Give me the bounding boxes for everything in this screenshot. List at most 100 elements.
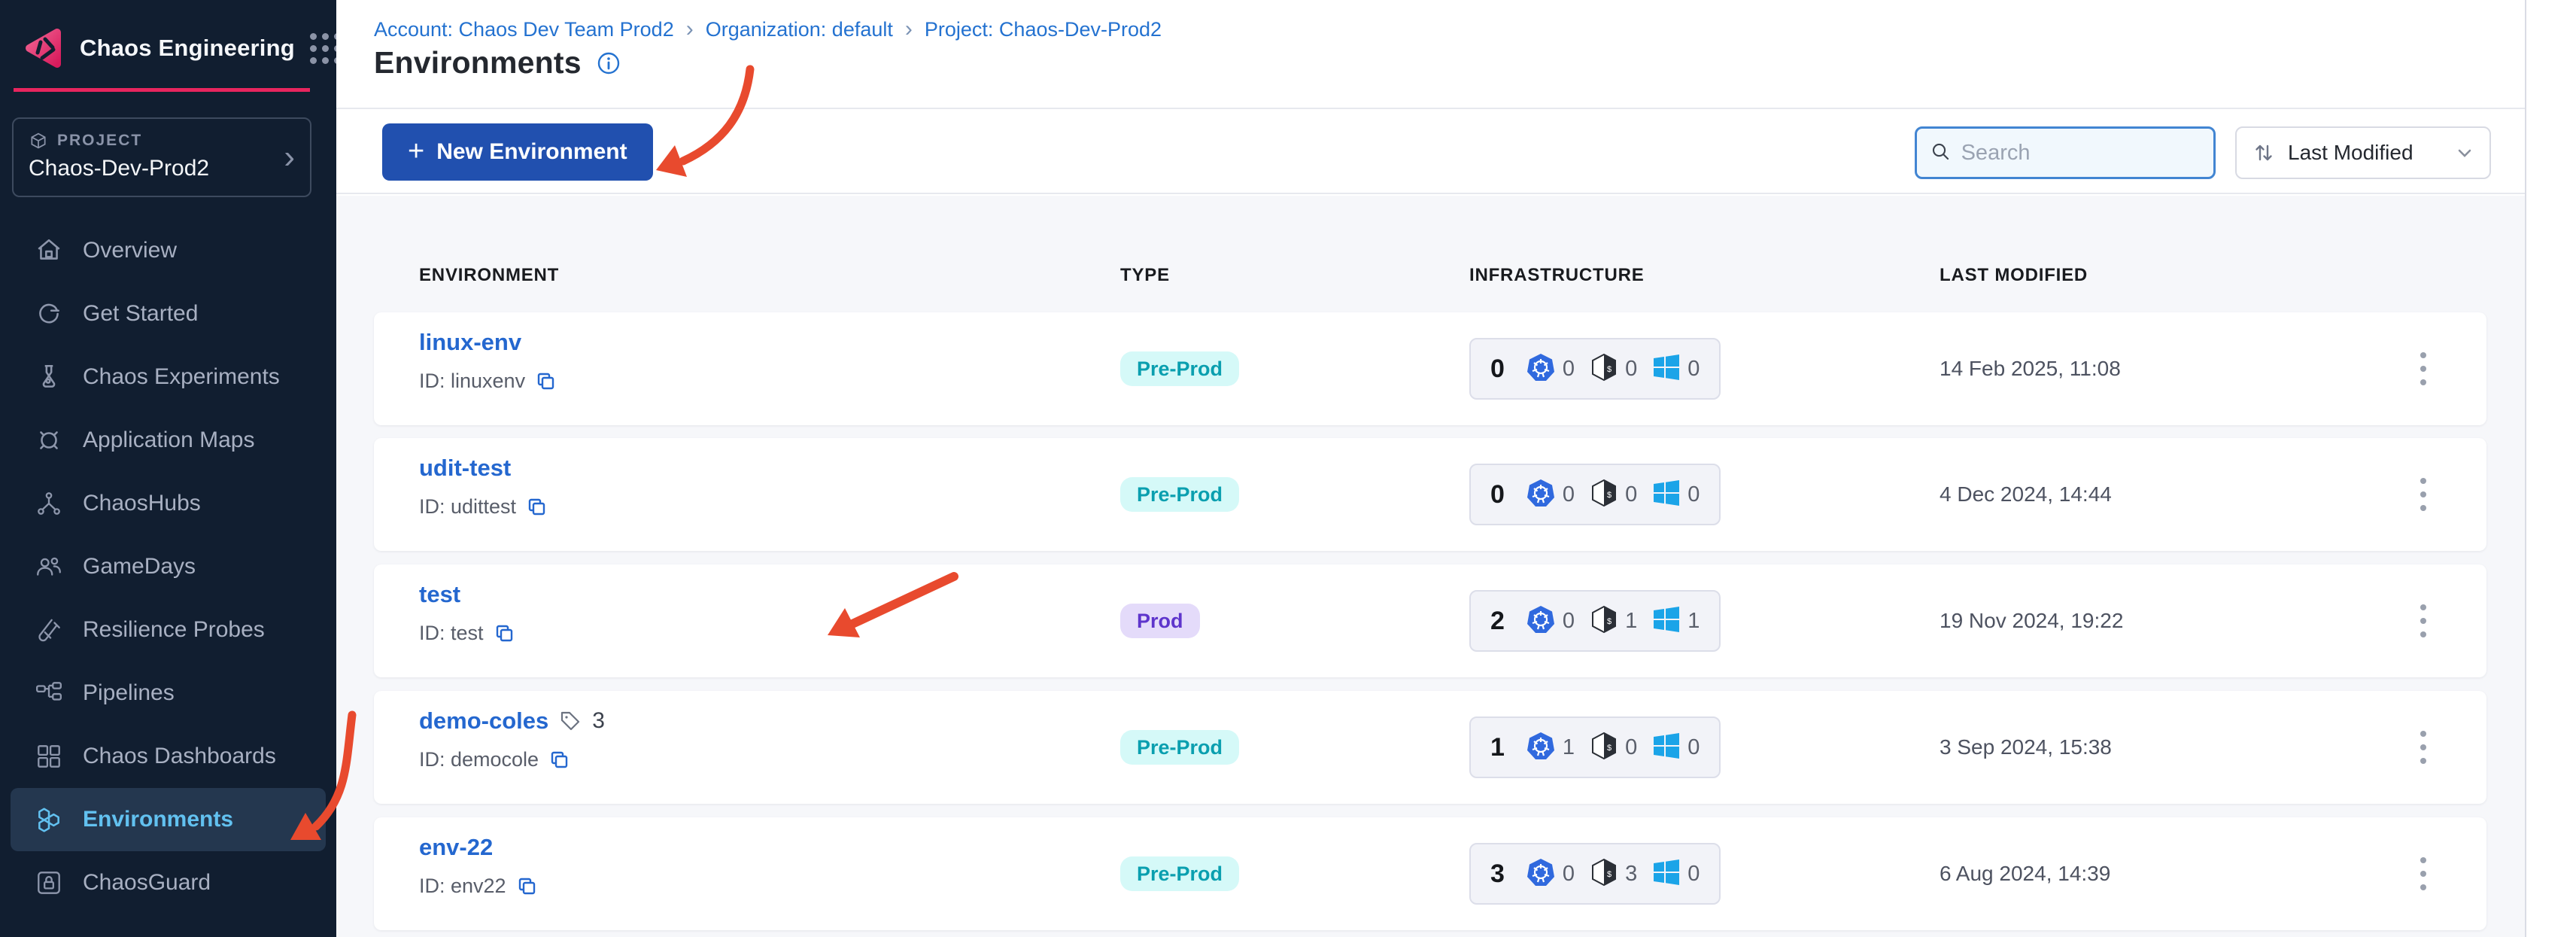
environment-name-link[interactable]: udit-test (419, 455, 511, 482)
copy-icon[interactable] (517, 876, 537, 896)
windows-count: 0 (1687, 861, 1700, 886)
environment-type-badge: Pre-Prod (1120, 856, 1240, 891)
environments-list: ENVIRONMENT TYPE INFRASTRUCTURE LAST MOD… (336, 196, 2525, 937)
project-name: Chaos-Dev-Prod2 (29, 156, 210, 181)
environment-name-link[interactable]: test (419, 581, 460, 608)
sort-dropdown[interactable]: Last Modified (2235, 126, 2491, 179)
environment-id: ID: democole (419, 748, 539, 771)
svg-text:$: $ (1607, 365, 1612, 374)
target-icon (35, 426, 63, 455)
infrastructure-summary: 0 0 $0 0 (1469, 464, 1721, 525)
dashboard-icon (35, 742, 63, 771)
copy-icon[interactable] (527, 497, 547, 517)
new-environment-button[interactable]: + New Environment (382, 123, 653, 181)
svg-text:$: $ (1607, 491, 1612, 500)
page-header: Account: Chaos Dev Team Prod2 › Organiza… (336, 0, 2525, 109)
last-modified: 19 Nov 2024, 19:22 (1940, 609, 2124, 632)
copy-icon[interactable] (536, 371, 556, 391)
environment-id: ID: env22 (419, 875, 506, 897)
windows-icon (1652, 353, 1681, 385)
search-input[interactable] (1961, 140, 2200, 166)
row-menu-kebab-icon[interactable] (2405, 854, 2441, 893)
infrastructure-summary: 2 0 $1 1 (1469, 590, 1721, 652)
sidebar-item-chaoshubs[interactable]: ChaosHubs (11, 472, 326, 535)
copy-icon[interactable] (494, 623, 515, 643)
environment-name-link[interactable]: demo-coles (419, 707, 548, 735)
copy-icon[interactable] (549, 750, 570, 770)
brand-underline (14, 88, 310, 92)
infrastructure-total: 3 (1490, 859, 1505, 888)
sidebar-item-chaos-experiments[interactable]: Chaos Experiments (11, 345, 326, 409)
row-menu-kebab-icon[interactable] (2405, 601, 2441, 640)
row-menu-kebab-icon[interactable] (2405, 475, 2441, 514)
row-menu-kebab-icon[interactable] (2405, 349, 2441, 388)
sidebar-item-chaos-dashboards[interactable]: Chaos Dashboards (11, 725, 326, 788)
project-selector[interactable]: PROJECT Chaos-Dev-Prod2 › (12, 117, 311, 197)
windows-icon (1652, 479, 1681, 511)
breadcrumb-account-link[interactable]: Account: Chaos Dev Team Prod2 (374, 18, 674, 41)
infrastructure-total: 0 (1490, 479, 1505, 509)
kubernetes-icon (1526, 604, 1556, 638)
linux-icon: $ (1590, 732, 1618, 764)
sort-selected-value: Last Modified (2288, 141, 2413, 164)
chaos-engineering-app: Chaos Engineering PROJECT Chaos-Dev-Prod… (0, 0, 2576, 937)
infrastructure-summary: 0 0 $0 0 (1469, 338, 1721, 400)
network-icon (35, 489, 63, 518)
breadcrumb-organization-link[interactable]: Organization: default (706, 18, 893, 41)
sidebar-item-gamedays[interactable]: GameDays (11, 535, 326, 598)
linux-count: 0 (1625, 735, 1638, 759)
environment-id: ID: test (419, 622, 484, 644)
tag-count: 3 (592, 708, 605, 733)
kubernetes-icon (1526, 352, 1556, 386)
test-tube-icon (35, 616, 63, 644)
environment-row[interactable]: env-22 ID: env22 Pre-Prod 3 0 $3 0 6 Aug… (374, 817, 2486, 930)
breadcrumb-project-link[interactable]: Project: Chaos-Dev-Prod2 (925, 18, 1162, 41)
infrastructure-total: 2 (1490, 606, 1505, 635)
sidebar-item-pipelines[interactable]: Pipelines (11, 662, 326, 725)
sidebar-item-chaosguard[interactable]: ChaosGuard (11, 851, 326, 914)
plus-icon: + (408, 135, 425, 167)
info-icon[interactable] (597, 51, 621, 75)
environment-type-badge: Pre-Prod (1120, 477, 1240, 512)
search-box (1915, 126, 2216, 179)
last-modified: 3 Sep 2024, 15:38 (1940, 735, 2112, 759)
kubernetes-count: 1 (1562, 735, 1575, 759)
chevron-down-icon (2455, 143, 2474, 163)
windows-count: 0 (1687, 735, 1700, 759)
row-menu-kebab-icon[interactable] (2405, 728, 2441, 767)
environment-name-link[interactable]: env-22 (419, 834, 493, 861)
windows-icon (1652, 858, 1681, 890)
flask-icon (35, 363, 63, 391)
right-gutter (2525, 0, 2576, 937)
linux-count: 3 (1625, 861, 1638, 886)
environment-type-badge: Pre-Prod (1120, 730, 1240, 765)
environment-name-link[interactable]: linux-env (419, 329, 521, 356)
environment-row[interactable]: udit-test ID: udittest Pre-Prod 0 0 $0 0… (374, 438, 2486, 551)
linux-icon: $ (1590, 353, 1618, 385)
kubernetes-icon (1526, 857, 1556, 891)
get-started-icon (35, 300, 63, 328)
sidebar-item-get-started[interactable]: Get Started (11, 282, 326, 345)
environment-row[interactable]: linux-env ID: linuxenv Pre-Prod 0 0 $0 0… (374, 312, 2486, 425)
kubernetes-icon (1526, 731, 1556, 765)
sort-arrows-icon (2252, 141, 2276, 165)
sidebar-item-application-maps[interactable]: Application Maps (11, 409, 326, 472)
windows-count: 0 (1687, 482, 1700, 507)
environment-row[interactable]: demo-coles 3 ID: democole Pre-Prod 1 1 $… (374, 691, 2486, 804)
sidebar-item-resilience-probes[interactable]: Resilience Probes (11, 598, 326, 662)
toolbar: + New Environment Last Modified (336, 111, 2525, 194)
people-icon (35, 552, 63, 581)
infrastructure-summary: 1 1 $0 0 (1469, 716, 1721, 778)
column-header-infrastructure: INFRASTRUCTURE (1469, 265, 1645, 285)
new-environment-label: New Environment (436, 139, 627, 164)
linux-icon: $ (1590, 858, 1618, 890)
product-title: Chaos Engineering (80, 35, 295, 61)
breadcrumb: Account: Chaos Dev Team Prod2 › Organiza… (374, 17, 1162, 42)
sidebar-item-environments[interactable]: Environments (11, 788, 326, 851)
kubernetes-count: 0 (1562, 861, 1575, 886)
sidebar-item-overview[interactable]: Overview (11, 219, 326, 282)
environment-row[interactable]: test ID: test Prod 2 0 $1 1 19 Nov 2024,… (374, 564, 2486, 677)
kubernetes-count: 0 (1562, 608, 1575, 633)
windows-count: 1 (1687, 608, 1700, 633)
last-modified: 14 Feb 2025, 11:08 (1940, 357, 2121, 380)
